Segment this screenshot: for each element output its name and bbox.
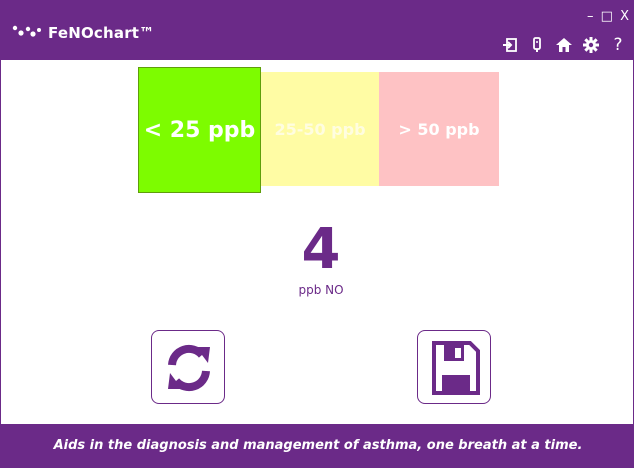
- maximize-button[interactable]: □: [601, 10, 613, 23]
- save-icon: [432, 341, 480, 395]
- device-icon[interactable]: [528, 36, 546, 54]
- app-window: FeNOchart™ – □ X ? < 25 ppb 25-50 ppb > …: [0, 0, 634, 468]
- refresh-icon: [168, 344, 210, 392]
- help-icon[interactable]: ?: [609, 36, 627, 54]
- footer-tagline: Aids in the diagnosis and management of …: [1, 424, 634, 468]
- refresh-button[interactable]: [151, 330, 225, 404]
- range-low-tile[interactable]: < 25 ppb: [138, 67, 261, 193]
- save-button[interactable]: [417, 330, 491, 404]
- range-mid-tile[interactable]: 25-50 ppb: [261, 72, 379, 186]
- toolbar: ?: [497, 36, 627, 54]
- reading-unit: ppb NO: [298, 283, 344, 297]
- reading-value: 4: [301, 217, 341, 282]
- home-icon[interactable]: [555, 36, 573, 54]
- window-controls: – □ X: [584, 10, 629, 23]
- minimize-button[interactable]: –: [587, 10, 594, 23]
- exit-icon[interactable]: [501, 36, 519, 54]
- range-high-tile[interactable]: > 50 ppb: [379, 72, 499, 186]
- close-button[interactable]: X: [620, 10, 629, 23]
- settings-icon[interactable]: [582, 36, 600, 54]
- title-bar: FeNOchart™ – □ X ?: [1, 0, 634, 60]
- app-title: FeNOchart™: [48, 24, 155, 42]
- logo-icon: [12, 25, 41, 37]
